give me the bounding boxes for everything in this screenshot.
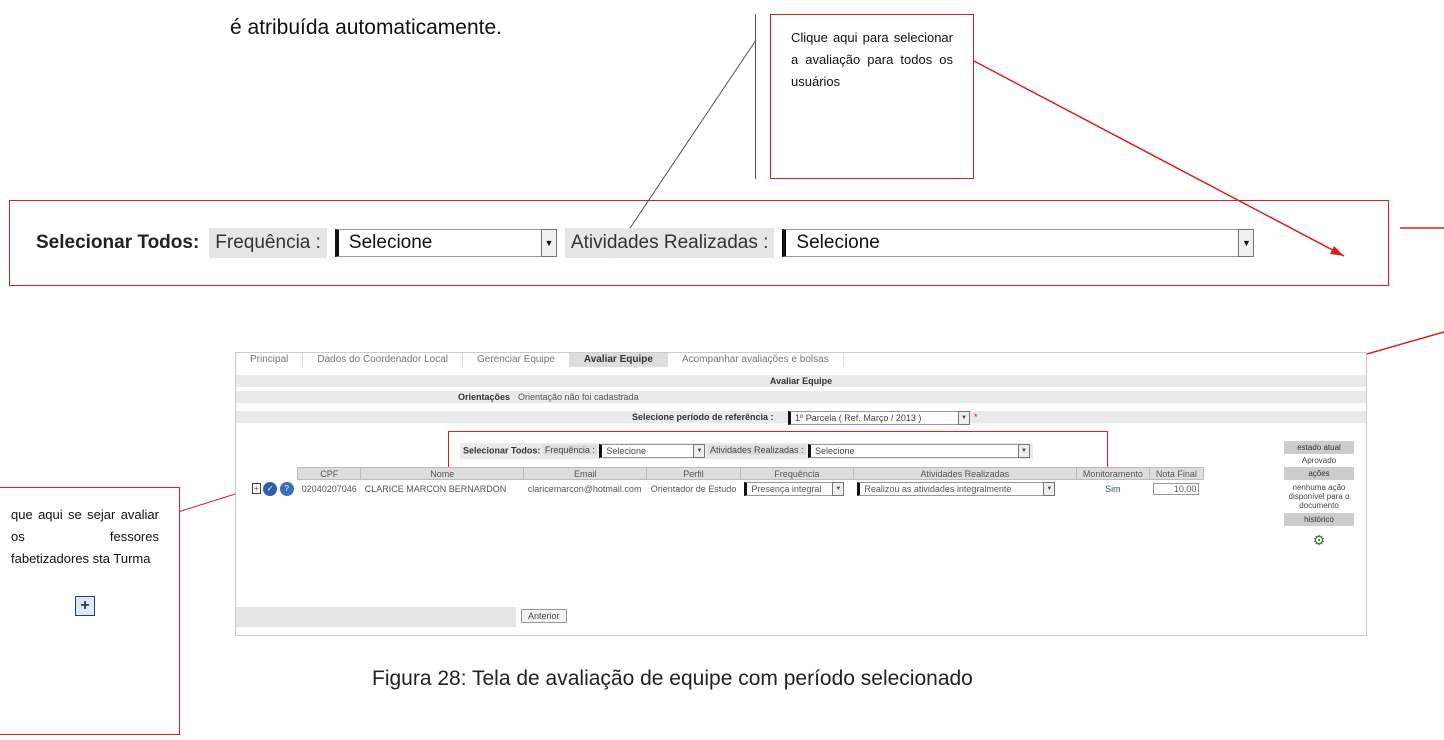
historico-label: histórico: [1284, 513, 1354, 526]
tab-avaliar-equipe[interactable]: Avaliar Equipe: [569, 353, 668, 367]
team-table: CPF Nome Email Perfil Frequência Ativida…: [248, 467, 1204, 498]
frequencia-select[interactable]: Selecione ▼: [334, 229, 557, 257]
tab-principal[interactable]: Principal: [236, 353, 304, 367]
atividades-label: Atividades Realizadas :: [564, 228, 775, 258]
cell-frequencia: Presença integral ▼: [740, 480, 853, 499]
tab-acompanhar[interactable]: Acompanhar avaliações e bolsas: [668, 353, 844, 367]
tab-bar: Principal Dados do Coordenador Local Ger…: [236, 353, 1366, 367]
chevron-down-icon[interactable]: ▼: [1018, 444, 1031, 458]
mini-frequencia-select[interactable]: Selecione ▼: [599, 444, 706, 458]
mini-frequencia-value: Selecione: [606, 446, 646, 456]
row-atividades-value: Realizou as atividades integralmente: [864, 484, 1012, 494]
expand-col-header: [248, 467, 298, 480]
cell-atividades: Realizou as atividades integralmente ▼: [853, 480, 1076, 499]
orientacoes-row: Orientações Orientação não foi cadastrad…: [236, 391, 1366, 403]
col-nota-final: Nota Final: [1148, 467, 1204, 480]
cell-nota-final: 10,00: [1149, 480, 1203, 499]
row-atividades-select[interactable]: Realizou as atividades integralmente ▼: [857, 482, 1056, 496]
select-all-row: Selecionar Todos: Frequência : Selecione…: [36, 227, 1255, 259]
col-nome: Nome: [360, 467, 525, 480]
help-icon[interactable]: ?: [279, 481, 294, 496]
mini-atividades-value: Selecione: [815, 446, 855, 456]
chevron-down-icon[interactable]: ▼: [832, 482, 845, 496]
chevron-down-icon[interactable]: ▼: [1238, 229, 1255, 257]
atividades-select[interactable]: Selecione ▼: [782, 229, 1255, 257]
orientacoes-value: Orientação não foi cadastrada: [518, 392, 639, 402]
history-icon[interactable]: ⚙: [1284, 526, 1354, 555]
col-perfil: Perfil: [646, 467, 741, 480]
col-monitoramento: Monitoramento: [1075, 467, 1150, 480]
cell-cpf: 02040207046: [301, 484, 357, 494]
atividades-select-value: Selecione: [796, 232, 880, 253]
expand-plus-icon[interactable]: +: [75, 596, 95, 616]
mini-select-all-row: Selecionar Todos: Frequência : Selecione…: [460, 443, 1034, 459]
cell-perfil: Orientador de Estudo: [650, 484, 737, 494]
chevron-down-icon[interactable]: ▼: [693, 444, 706, 458]
workflow-panel: estado atual Aprovado ações nenhuma ação…: [1284, 441, 1354, 555]
nota-final-input[interactable]: 10,00: [1153, 483, 1200, 495]
select-all-bar-zoom: Selecionar Todos: Frequência : Selecione…: [9, 200, 1389, 286]
chevron-down-icon[interactable]: ▼: [540, 229, 557, 257]
section-title: Avaliar Equipe: [236, 375, 1366, 387]
figure-caption: Figura 28: Tela de avaliação de equipe c…: [372, 667, 973, 690]
required-marker: *: [974, 412, 978, 422]
table-row: + ✓ ? 02040207046 CLARICE MARCON BERNARD…: [248, 480, 1203, 499]
col-email: Email: [523, 467, 648, 480]
acoes-label: ações: [1284, 467, 1354, 480]
cell-nome: CLARICE MARCON BERNARDON: [364, 484, 507, 494]
evaluate-team-screen: Principal Dados do Coordenador Local Ger…: [235, 352, 1367, 636]
periodo-row: Selecione período de referência : 1º Par…: [236, 411, 1366, 425]
col-cpf: CPF: [297, 467, 362, 480]
estado-value: Aprovado: [1301, 456, 1337, 465]
frequencia-label: Frequência :: [209, 228, 327, 258]
chevron-down-icon[interactable]: ▼: [958, 411, 970, 425]
row-frequencia-select[interactable]: Presença integral ▼: [744, 482, 845, 496]
frequencia-select-value: Selecione: [348, 232, 433, 253]
callout-select-all: Clique aqui para selecionar a avaliação …: [770, 14, 974, 179]
expand-plus-icon[interactable]: +: [252, 482, 261, 494]
orientacoes-label: Orientações: [458, 392, 511, 402]
periodo-select[interactable]: 1º Parcela ( Ref. Março / 2013 ) ▼: [788, 411, 970, 425]
tab-dados-coordenador[interactable]: Dados do Coordenador Local: [303, 353, 464, 367]
acoes-value: nenhuma ação disponível para o documento: [1288, 483, 1350, 510]
estado-label: estado atual: [1284, 441, 1354, 454]
select-all-title: Selecionar Todos:: [36, 232, 200, 253]
mini-atividades-label: Atividades Realizadas :: [707, 445, 806, 456]
cell-email: claricemarcon@hotmail.com: [527, 484, 642, 494]
anterior-button[interactable]: Anterior: [521, 609, 567, 623]
callout-expand-text: que aqui se sejar avaliar os fessores fa…: [11, 507, 159, 566]
row-frequencia-value: Presença integral: [751, 484, 822, 494]
footer-strip: [236, 607, 516, 627]
mini-frequencia-label: Frequência :: [542, 445, 597, 456]
table-header-row: CPF Nome Email Perfil Frequência Ativida…: [248, 467, 1204, 480]
cell-monitoramento[interactable]: Sim: [1076, 480, 1149, 499]
periodo-label: Selecione período de referência :: [632, 412, 774, 422]
check-icon[interactable]: ✓: [263, 481, 278, 496]
row-icons: + ✓ ?: [248, 480, 298, 499]
periodo-select-value: 1º Parcela ( Ref. Março / 2013 ): [795, 413, 922, 423]
callout-expand-row: que aqui se sejar avaliar os fessores fa…: [0, 487, 180, 735]
tab-gerenciar-equipe[interactable]: Gerenciar Equipe: [463, 353, 570, 367]
mini-atividades-select[interactable]: Selecione ▼: [808, 444, 1031, 458]
chevron-down-icon[interactable]: ▼: [1043, 482, 1056, 496]
mini-select-all-title: Selecionar Todos:: [463, 445, 541, 456]
col-atividades: Atividades Realizadas: [852, 467, 1077, 480]
col-frequencia: Frequência: [739, 467, 854, 480]
